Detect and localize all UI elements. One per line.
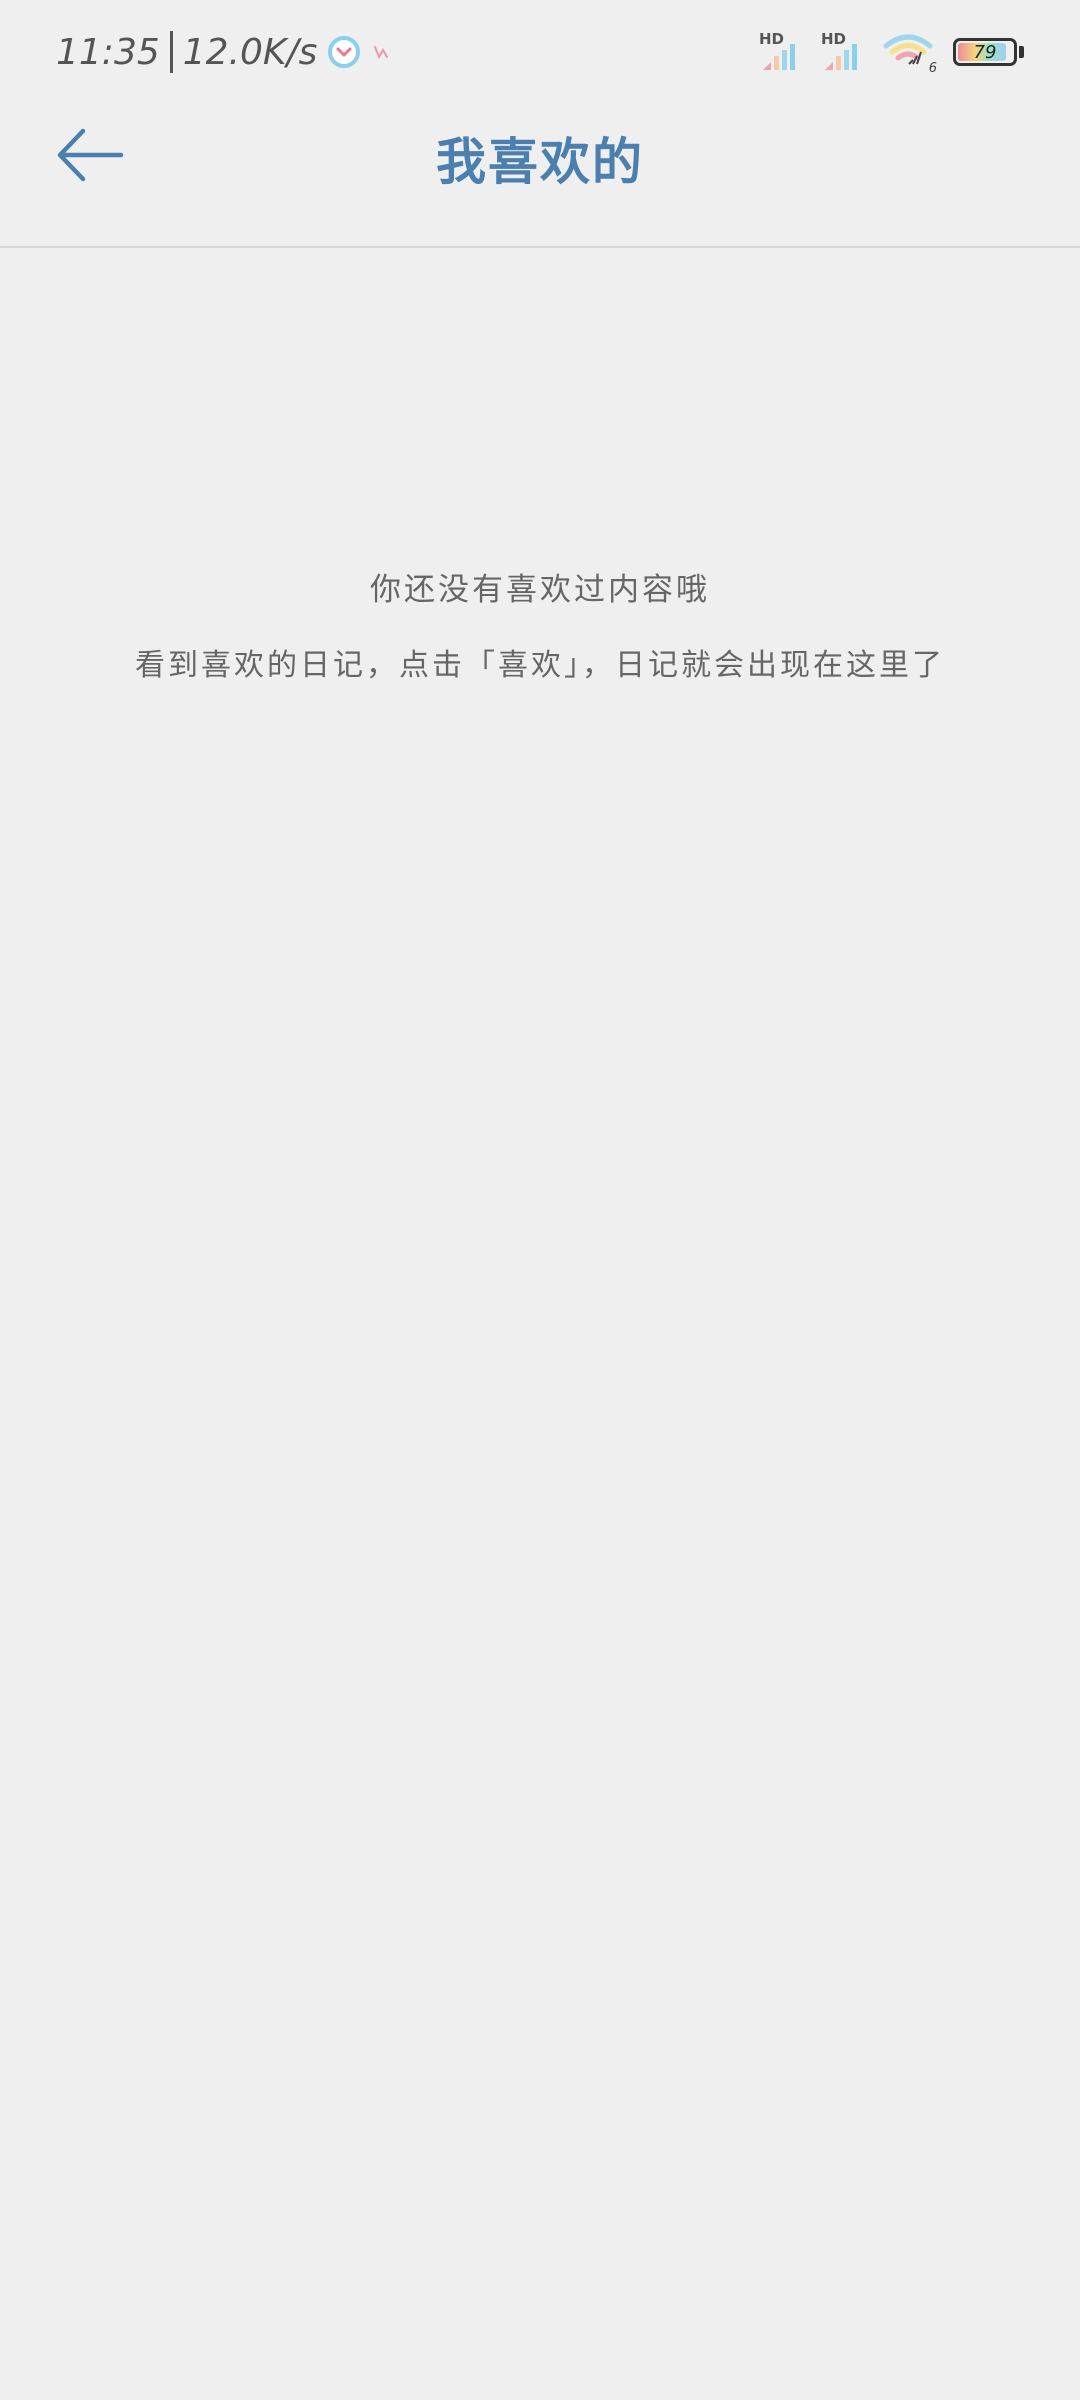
alarm-icon <box>327 35 361 69</box>
page-title: 我喜欢的 <box>436 132 644 191</box>
liked-screen: 11:35 12.0K/s HD HD 6 79 我喜欢的 你还没有喜欢过内容哦… <box>0 0 1080 2400</box>
notification-icon <box>371 41 393 63</box>
status-bar: 11:35 12.0K/s HD HD 6 79 <box>0 0 1080 100</box>
app-bar: 我喜欢的 <box>0 100 1080 248</box>
status-right: HD HD 6 79 <box>759 30 1024 76</box>
wifi-icon: 6 <box>883 32 937 76</box>
signal-icon: HD <box>759 30 801 72</box>
status-separator <box>169 31 173 73</box>
status-time: 11:35 <box>56 31 160 73</box>
empty-state-hint: 看到喜欢的日记，点击「喜欢」，日记就会出现在这里了 <box>135 648 945 683</box>
battery-tip <box>1019 46 1024 58</box>
battery-icon: 79 <box>953 38 1017 66</box>
empty-state-title: 你还没有喜欢过内容哦 <box>370 572 710 608</box>
signal-icon: HD <box>821 30 863 72</box>
status-left: 11:35 12.0K/s <box>56 26 393 78</box>
wifi-badge: 6 <box>928 61 937 76</box>
battery-level: 79 <box>973 41 997 63</box>
empty-state: 你还没有喜欢过内容哦 看到喜欢的日记，点击「喜欢」，日记就会出现在这里了 <box>0 560 1080 696</box>
status-net-speed: 12.0K/s <box>182 31 318 73</box>
